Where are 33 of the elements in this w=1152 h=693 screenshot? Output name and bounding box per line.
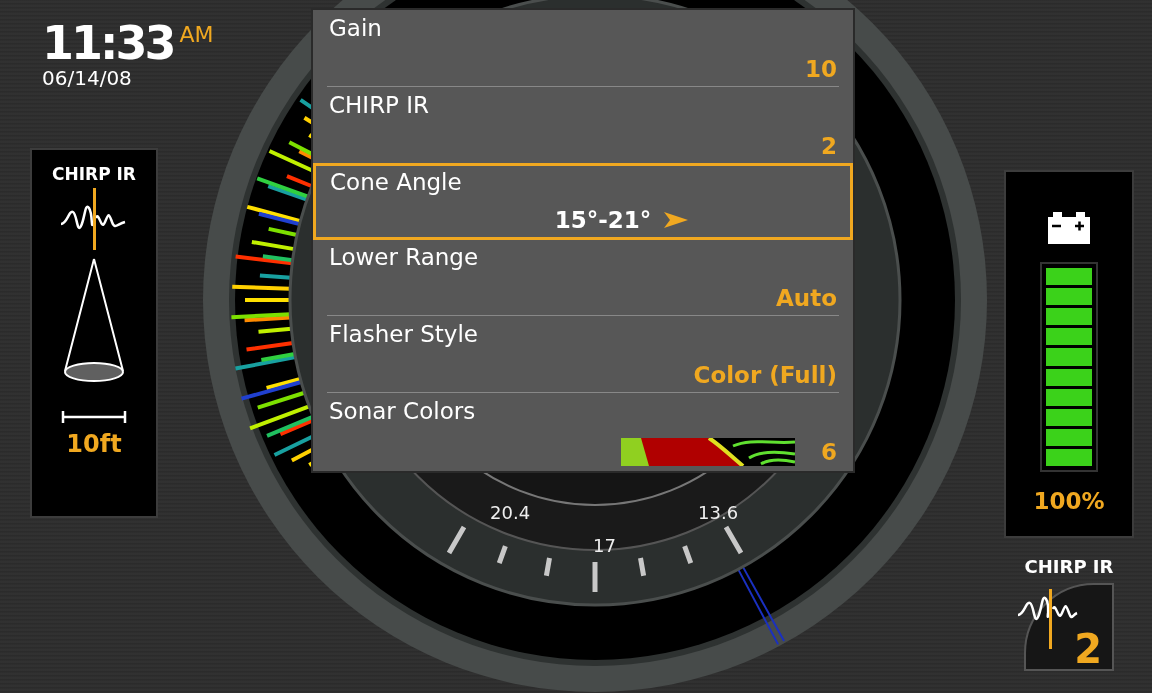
clock-date: 06/14/08 xyxy=(41,66,133,90)
menu-item[interactable]: Sonar Colors 6 xyxy=(327,393,839,470)
chirp-mode-value: 2 xyxy=(1074,629,1102,669)
width-span-icon xyxy=(61,410,127,424)
menu-item-label: Cone Angle xyxy=(330,170,463,196)
menu-item-value: 2 xyxy=(821,133,837,159)
menu-item-value: Auto xyxy=(776,285,837,311)
menu-item-value: 10 xyxy=(805,56,837,82)
clock-meridiem: AM xyxy=(179,22,214,47)
menu-item-label: Lower Range xyxy=(329,245,480,271)
battery-icon xyxy=(1048,212,1090,244)
depth-scale-label: 17 xyxy=(593,535,616,556)
menu-item[interactable]: Cone Angle 15°-21° xyxy=(313,163,853,240)
menu-item[interactable]: Gain 10 xyxy=(327,10,839,87)
menu-item-label: CHIRP IR xyxy=(329,93,431,119)
arrow-right-icon xyxy=(663,211,690,229)
chirp-mode-title: CHIRP IR xyxy=(1024,556,1114,577)
menu-item[interactable]: CHIRP IR 2 xyxy=(327,87,839,164)
depth-scale-label: 13.6 xyxy=(698,502,739,523)
menu-item[interactable]: Lower Range Auto xyxy=(327,239,839,316)
menu-item-label: Gain xyxy=(329,16,383,42)
battery-reading: 100% xyxy=(1033,488,1105,514)
menu-item-value: 6 xyxy=(821,439,837,465)
beam-width-value: 10ft xyxy=(66,430,122,458)
menu-item-value: Color (Full) xyxy=(693,362,837,388)
menu-item-value: 15°-21° xyxy=(554,207,652,233)
menu-item[interactable]: Flasher Style Color (Full) xyxy=(327,316,839,393)
depth-scale-label: 20.4 xyxy=(490,502,531,523)
panel-title: CHIRP IR xyxy=(52,164,136,184)
chirp-wave-icon xyxy=(1016,589,1078,649)
menu-item-label: Sonar Colors xyxy=(329,399,477,425)
clock-time: 11:33 xyxy=(42,20,174,66)
menu-item-label: Flasher Style xyxy=(329,322,479,348)
